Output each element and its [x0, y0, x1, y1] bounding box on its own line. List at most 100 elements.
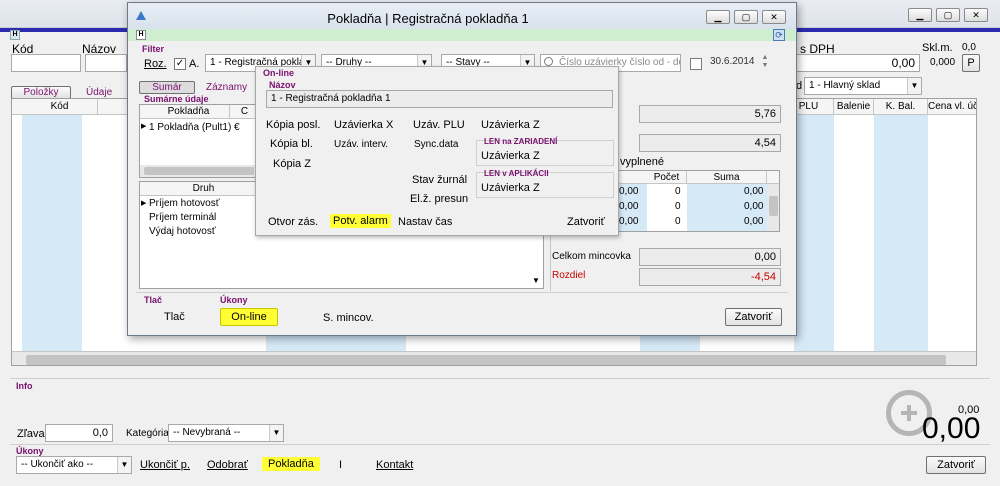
ukony-section: Úkony	[16, 446, 44, 456]
date-spinner[interactable]: ▲ ▼	[760, 54, 770, 72]
sync-data-button[interactable]: Sync.data	[414, 139, 458, 150]
mincovka-r2-c: 0,00	[744, 201, 764, 212]
dialog-title: Pokladňa | Registračná pokladňa 1	[327, 11, 529, 26]
kategoria-combo[interactable]: -- Nevybraná -- ▼	[168, 424, 284, 442]
uzavierka-z-zariadeni-button[interactable]: Uzávierka Z	[481, 150, 540, 162]
a-label: A.	[189, 58, 200, 70]
kod-input[interactable]	[11, 54, 81, 72]
online-button[interactable]: On-line	[220, 308, 278, 326]
druh-header: Druh	[140, 182, 260, 196]
sdph-value[interactable]: 0,00	[796, 54, 920, 72]
grid-column-blue-4	[794, 115, 834, 365]
druh-row-2[interactable]: Príjem terminál	[149, 212, 216, 223]
popup-zatvorit-button[interactable]: Zatvoriť	[567, 216, 605, 228]
chevron-down-icon: ▼	[117, 457, 131, 473]
sumarne-row-1[interactable]: 1 Pokladňa (Pult1) €	[149, 122, 240, 133]
mincovka-grid: Počet Suma 0,00 0 0,00 0,00 0 0,00 0,00 …	[616, 170, 780, 232]
hlavny-sklad-value: 1 - Hlavný sklad	[809, 80, 881, 91]
dialog-bottom-divider	[136, 292, 788, 293]
dialog-maximize-button[interactable]: ▢	[734, 10, 758, 24]
nazov-input[interactable]	[85, 54, 127, 72]
a-checkbox[interactable]: ✓	[174, 58, 186, 70]
uzavierka-z-button[interactable]: Uzávierka Z	[481, 119, 540, 131]
zlava-input[interactable]: 0,0	[45, 424, 113, 442]
grid-hscroll-thumb[interactable]	[26, 355, 946, 365]
mincovka-header: Počet Suma	[617, 171, 779, 184]
p-button[interactable]: P	[962, 54, 980, 72]
s-mincov-button[interactable]: S. mincov.	[323, 312, 374, 324]
elz-presun-button[interactable]: El.ž. presun	[410, 193, 468, 205]
uzav-plu-button[interactable]: Uzáv. PLU	[413, 119, 465, 131]
sumarne-col-pokladna[interactable]: Pokladňa	[148, 105, 230, 119]
value-1-field: 5,76	[639, 105, 781, 123]
refresh-icon[interactable]: ⟳	[773, 29, 785, 41]
total-big: 0,00	[922, 412, 981, 445]
main-h-badge: H	[10, 30, 20, 40]
mincovka-r3-b: 0	[675, 216, 681, 227]
druh-scroll-down-icon[interactable]: ▼	[532, 276, 540, 285]
kopia-z-button[interactable]: Kópia Z	[273, 158, 311, 170]
tab-zaznamy[interactable]: Záznamy	[206, 82, 247, 93]
otvor-zas-button[interactable]: Otvor zás.	[268, 216, 318, 228]
grid-hscrollbar[interactable]	[12, 351, 976, 365]
popup-nazov-field: 1 - Registračná pokladňa 1	[266, 90, 613, 108]
nastav-cas-button[interactable]: Nastav čas	[398, 216, 452, 228]
kontakt-button[interactable]: Kontakt	[376, 459, 413, 471]
mincovka-vscroll-thumb[interactable]	[769, 196, 778, 216]
main-minimize-button[interactable]: ▁	[908, 8, 932, 22]
grid-column-blue-5	[874, 115, 928, 365]
roz-button[interactable]: Roz.	[144, 58, 167, 70]
main-close-button[interactable]: ✕	[964, 8, 988, 22]
stav-zurnal-button[interactable]: Stav žurnál	[412, 174, 467, 186]
tab-udaje[interactable]: Údaje	[86, 87, 112, 98]
sklm-value: 0,000	[930, 57, 956, 68]
sumarne-grid: Pokladňa C ▶ 1 Pokladňa (Pult1) €	[139, 104, 259, 178]
mincovka-col-pocet[interactable]: Počet	[647, 171, 687, 184]
sumarne-hscrollbar[interactable]	[140, 165, 258, 177]
search-icon	[544, 57, 553, 66]
grid-col-cena[interactable]: Cena vl. úče	[928, 99, 976, 115]
uzavierka-z-aplikacii-button[interactable]: Uzávierka Z	[481, 182, 540, 194]
mincovka-r1-b: 0	[675, 186, 681, 197]
dialog-close-button[interactable]: ✕	[762, 10, 786, 24]
tab-sumar[interactable]: Sumár	[139, 81, 195, 94]
mincovka-vscrollbar[interactable]	[767, 184, 779, 231]
kopia-posl-button[interactable]: Kópia posl.	[266, 119, 320, 131]
hlavny-sklad-combo[interactable]: 1 - Hlavný sklad ▼	[804, 77, 922, 95]
druh-col-druh[interactable]: Druh	[148, 182, 260, 196]
date-input[interactable]: 30.6.2014	[706, 54, 758, 72]
uzav-interv-button[interactable]: Uzáv. interv.	[334, 139, 388, 150]
ukoncit-ako-combo[interactable]: -- Ukončiť ako -- ▼	[16, 456, 132, 474]
pokladna-button[interactable]: Pokladňa	[262, 457, 320, 471]
sklm-label: Skl.m.	[922, 42, 953, 54]
main-zatvorit-button[interactable]: Zatvoriť	[926, 456, 986, 474]
grid-col-balenie[interactable]: Balenie	[834, 99, 874, 115]
main-maximize-button[interactable]: ▢	[936, 8, 960, 22]
grid-col-kod[interactable]: Kód	[22, 99, 98, 115]
date-checkbox[interactable]	[690, 58, 702, 70]
chevron-down-icon: ▼	[907, 78, 921, 94]
popup-nazov-section: Názov	[269, 80, 296, 90]
mincovka-col-suma[interactable]: Suma	[687, 171, 767, 184]
dialog-minimize-button[interactable]: ▁	[706, 10, 730, 24]
potv-alarm-button[interactable]: Potv. alarm	[330, 214, 391, 228]
ukoncit-p-button[interactable]: Ukončiť p.	[140, 459, 190, 471]
kopia-bl-button[interactable]: Kópia bl.	[270, 138, 313, 150]
sumarne-hscroll-thumb[interactable]	[144, 167, 254, 175]
mincovka-r2-b: 0	[675, 201, 681, 212]
chevron-down-icon: ▼	[269, 425, 283, 441]
kategoria-label: Kategória	[126, 428, 169, 439]
dialog-zatvorit-button[interactable]: Zatvoriť	[725, 308, 782, 326]
dialog-titlebar: Pokladňa | Registračná pokladňa 1 ▁ ▢ ✕	[128, 3, 796, 29]
tlac-button[interactable]: Tlač	[164, 311, 185, 323]
odobrat-button[interactable]: Odobrať	[207, 459, 248, 471]
druh-row-1[interactable]: Príjem hotovosť	[149, 198, 219, 209]
value-2-field: 4,54	[639, 134, 781, 152]
info-divider	[10, 378, 990, 379]
separator-text: I	[339, 459, 343, 471]
grid-col-kbal[interactable]: K. Bal.	[874, 99, 928, 115]
uzavierka-x-button[interactable]: Uzávierka X	[334, 119, 393, 131]
druh-row-3[interactable]: Výdaj hotovosť	[149, 226, 216, 237]
zlava-label: Zľava	[17, 428, 45, 440]
vyplnene-label: vyplnené	[620, 156, 665, 168]
